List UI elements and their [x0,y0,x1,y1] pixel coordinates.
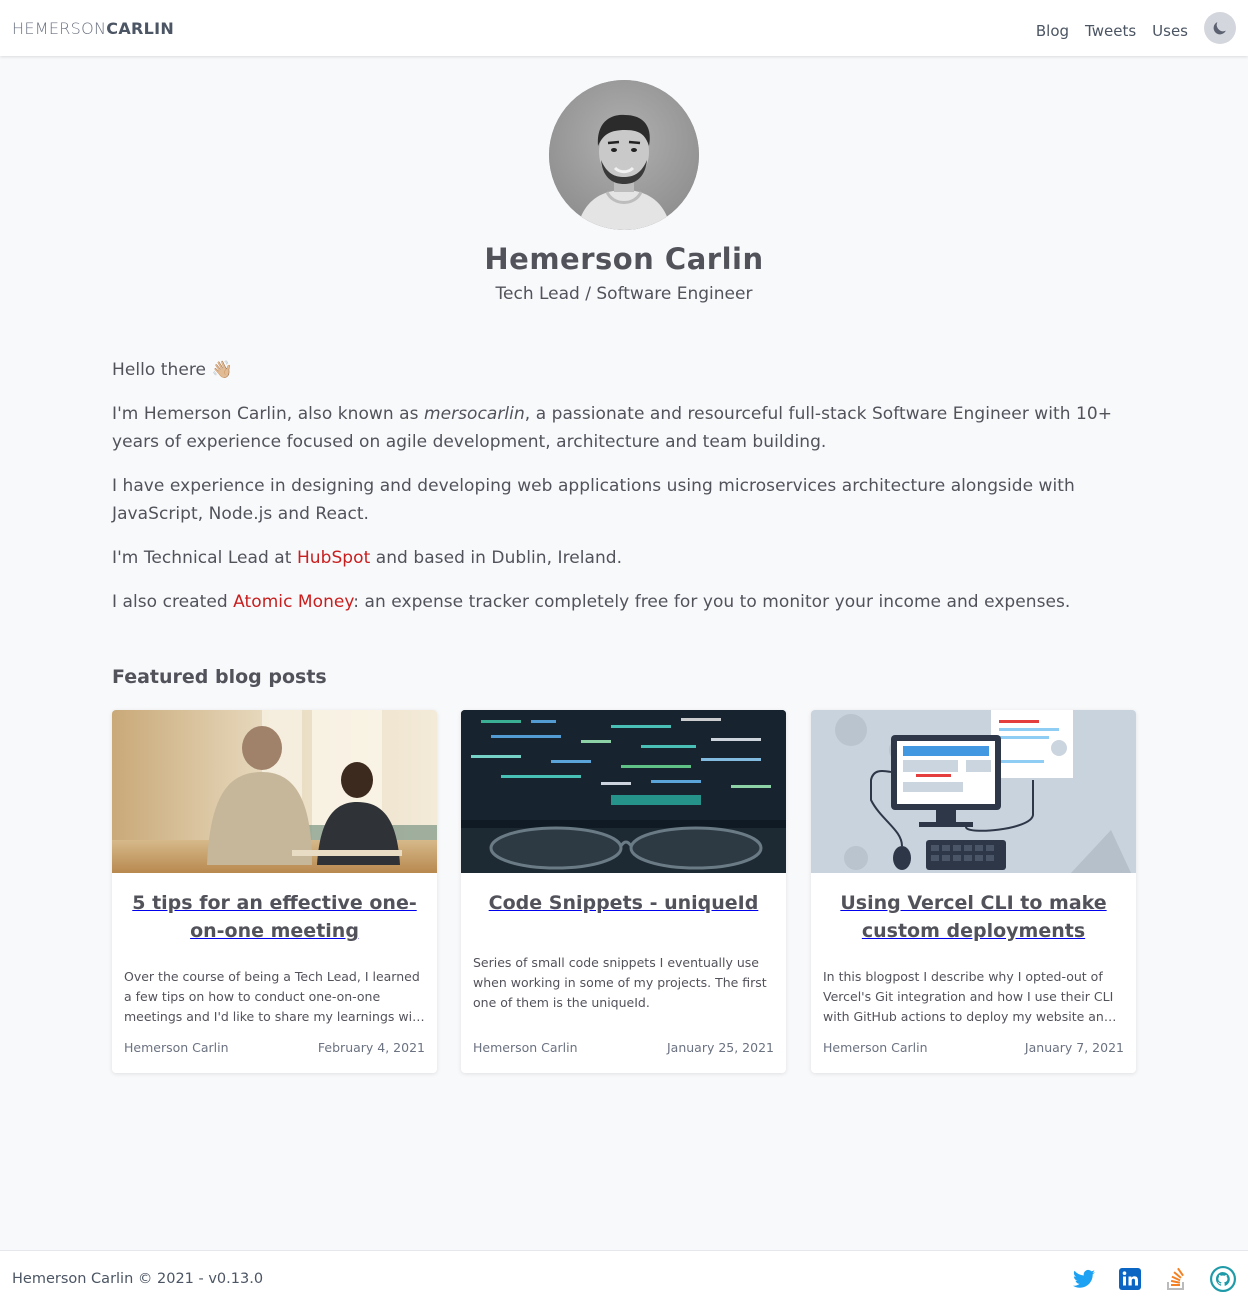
post-description: Series of small code snippets I eventual… [473,955,767,1010]
nav-link-blog[interactable]: Blog [1036,16,1069,40]
nickname: mersocarlin [423,404,525,424]
logo-last-name: CARLIN [106,18,175,38]
nav-link-uses[interactable]: Uses [1152,16,1188,40]
theme-toggle-button[interactable] [1204,12,1236,44]
site-footer: Hemerson Carlin © 2021 - v0.13.0 [0,1250,1248,1306]
about-paragraph-3-intro: I'm Technical Lead at [112,548,297,568]
profile-avatar [549,80,699,230]
about-paragraph-1-intro: I'm Hemerson Carlin, also known as [112,404,424,424]
about-paragraph-1: I'm Hemerson Carlin, also known as merso… [112,400,1136,456]
blog-post-card[interactable]: Using Vercel CLI to make custom deployme… [811,710,1136,1073]
post-cover-image [461,710,786,873]
site-logo[interactable]: HEMERSONCARLIN [12,19,174,38]
main-nav: Blog Tweets Uses [1020,12,1236,44]
post-author: Hemerson Carlin [124,1040,229,1055]
post-description: In this blogpost I describe why I opted-… [823,969,1114,1024]
post-title: Code Snippets - uniqueId [488,892,759,914]
footer-copyright: Hemerson Carlin © 2021 - v0.13.0 [12,1270,264,1287]
about-paragraph-4: I also created Atomic Money: an expense … [112,588,1136,616]
nav-link-tweets[interactable]: Tweets [1085,16,1136,40]
stackoverflow-icon [1167,1267,1184,1290]
post-date: January 7, 2021 [1024,1040,1124,1055]
post-author: Hemerson Carlin [823,1040,928,1055]
featured-posts-heading: Featured blog posts [112,666,327,688]
post-description: Over the course of being a Tech Lead, I … [124,969,425,1024]
hubspot-link[interactable]: HubSpot [297,548,370,568]
about-paragraph-3: I'm Technical Lead at HubSpot and based … [112,544,1136,572]
post-meta: Hemerson Carlin January 7, 2021 [823,1040,1124,1055]
post-meta: Hemerson Carlin February 4, 2021 [124,1040,425,1055]
about-section: Hello there 👋🏼 I'm Hemerson Carlin, also… [112,356,1136,632]
atomic-money-link[interactable]: Atomic Money [233,592,353,612]
twitter-icon [1073,1269,1095,1288]
social-links [1050,1265,1236,1292]
post-date: February 4, 2021 [317,1040,425,1055]
blog-post-card[interactable]: 5 tips for an effective one-on-one meeti… [112,710,437,1073]
twitter-link[interactable] [1072,1267,1096,1291]
github-link[interactable] [1210,1265,1236,1292]
post-cover-image [112,710,437,873]
profile-role: Tech Lead / Software Engineer [495,284,753,304]
logo-first-name: HEMERSON [12,18,107,38]
about-paragraph-2: I have experience in designing and devel… [112,476,1075,524]
post-date: January 25, 2021 [666,1040,774,1055]
about-paragraph-4-rest: : an expense tracker completely free for… [353,592,1071,612]
moon-icon [1213,22,1226,35]
post-cover-image [811,710,1136,873]
greeting-text: Hello there 👋🏼 [112,360,233,380]
post-author: Hemerson Carlin [473,1040,578,1055]
post-title: 5 tips for an effective one-on-one meeti… [132,892,417,942]
profile-name: Hemerson Carlin [484,242,764,276]
linkedin-link[interactable] [1118,1267,1142,1291]
post-meta: Hemerson Carlin January 25, 2021 [473,1040,774,1055]
about-paragraph-4-intro: I also created [112,592,234,612]
site-header: HEMERSONCARLIN Blog Tweets Uses [0,0,1248,56]
blog-post-card[interactable]: Code Snippets - uniqueId Series of small… [461,710,786,1073]
about-paragraph-3-rest: and based in Dublin, Ireland. [370,548,623,568]
post-title: Using Vercel CLI to make custom deployme… [840,892,1107,942]
stackoverflow-link[interactable] [1164,1267,1188,1291]
github-icon [1210,1265,1236,1292]
linkedin-icon [1119,1267,1141,1290]
